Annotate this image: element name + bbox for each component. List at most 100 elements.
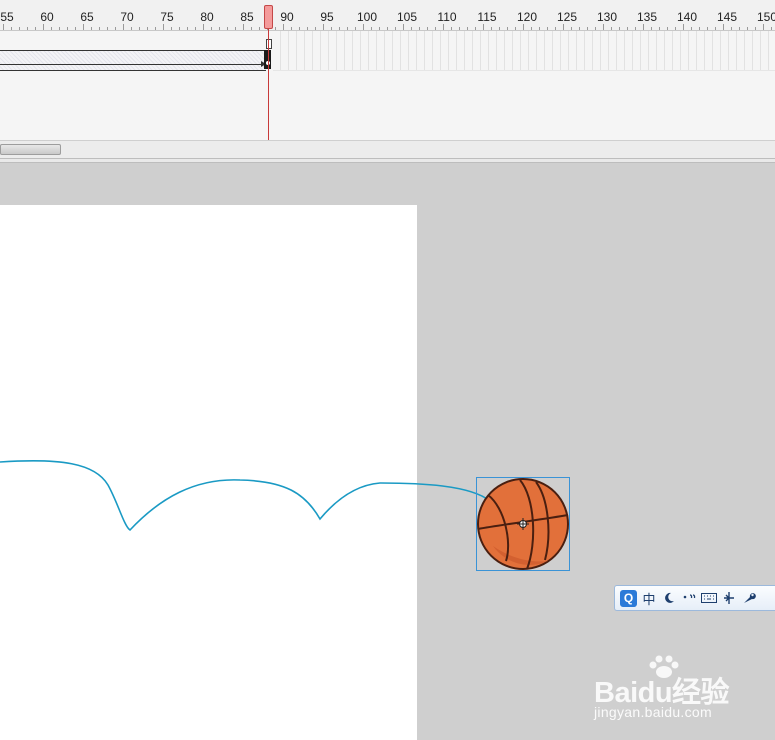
- ruler-tick: [147, 27, 148, 30]
- scrollbar-thumb[interactable]: [0, 144, 61, 155]
- ruler-label: 150: [756, 10, 775, 24]
- keyboard-icon[interactable]: [701, 589, 717, 607]
- ime-toolbar: Q 中: [614, 585, 775, 611]
- ruler-label: 60: [40, 10, 54, 24]
- ruler-tick: [315, 27, 316, 30]
- ruler-tick: [579, 27, 580, 30]
- ruler-tick: [475, 27, 476, 30]
- ruler-label: 75: [160, 10, 174, 24]
- ruler-tick: [587, 27, 588, 30]
- ruler-label: 145: [716, 10, 738, 24]
- ruler-label: 90: [280, 10, 294, 24]
- ruler-label: 95: [320, 10, 334, 24]
- ruler-tick: [627, 27, 628, 30]
- ruler-tick: [707, 27, 708, 30]
- ruler-tick: [67, 27, 68, 30]
- ruler-tick: [75, 27, 76, 30]
- ruler-label: 70: [120, 10, 134, 24]
- ruler-tick: [171, 27, 172, 30]
- ruler-tick: [291, 27, 292, 30]
- ruler-tick: [411, 27, 412, 30]
- ruler-tick: [371, 27, 372, 30]
- ruler-tick: [43, 24, 44, 30]
- playhead-handle[interactable]: [264, 5, 273, 29]
- ruler-tick: [323, 24, 324, 30]
- ruler-tick: [27, 27, 28, 30]
- ruler-tick: [531, 27, 532, 30]
- ruler-tick: [747, 27, 748, 30]
- logo-q-icon[interactable]: Q: [620, 589, 637, 607]
- ruler-label: 55: [0, 10, 14, 24]
- ruler-tick: [515, 27, 516, 30]
- ruler-label: 130: [596, 10, 618, 24]
- ruler-label: 105: [396, 10, 418, 24]
- skin-icon[interactable]: [721, 589, 737, 607]
- ruler-tick: [35, 27, 36, 30]
- ruler-tick: [83, 24, 84, 30]
- half-moon-icon[interactable]: [661, 589, 677, 607]
- tween-arrow: [0, 61, 266, 67]
- ruler-tick: [523, 24, 524, 30]
- ruler-tick: [91, 27, 92, 30]
- ruler-tick: [403, 24, 404, 30]
- ruler-tick: [635, 27, 636, 30]
- ruler-tick: [363, 24, 364, 30]
- ruler-tick: [675, 27, 676, 30]
- ruler-tick: [507, 27, 508, 30]
- ruler-tick: [659, 27, 660, 30]
- ruler-tick: [307, 27, 308, 30]
- ruler-label: 135: [636, 10, 658, 24]
- ruler-tick: [395, 27, 396, 30]
- frame-ruler[interactable]: 55 60 65 70 75 80 85 90 95 100 105 110 115 120 125 130 1…: [0, 0, 775, 31]
- watermark-url: jingyan.baidu.com: [594, 704, 712, 720]
- empty-keyframe[interactable]: [266, 39, 272, 49]
- ruler-tick: [467, 27, 468, 30]
- ruler-tick: [99, 27, 100, 30]
- ruler-tick: [723, 24, 724, 30]
- ruler-label: 115: [477, 10, 497, 24]
- ruler-tick: [235, 27, 236, 30]
- ruler-tick: [667, 27, 668, 30]
- ruler-tick: [451, 27, 452, 30]
- motion-tween-span[interactable]: [0, 50, 266, 71]
- ruler-tick: [203, 24, 204, 30]
- ruler-tick: [435, 27, 436, 30]
- ruler-tick: [771, 27, 772, 30]
- chinese-mode-icon[interactable]: 中: [641, 589, 657, 608]
- ruler-tick: [211, 27, 212, 30]
- ruler-tick: [139, 27, 140, 30]
- ruler-label: 120: [516, 10, 538, 24]
- punctuation-icon[interactable]: [681, 589, 697, 607]
- timeline-horizontal-scrollbar[interactable]: [0, 140, 775, 159]
- ruler-tick: [163, 24, 164, 30]
- ruler-tick: [347, 27, 348, 30]
- ruler-tick: [259, 27, 260, 30]
- ruler-tick: [427, 27, 428, 30]
- ruler-tick: [555, 27, 556, 30]
- frame-grid[interactable]: [273, 31, 775, 71]
- ruler-tick: [731, 27, 732, 30]
- playhead-line: [268, 29, 269, 140]
- motion-guide-path[interactable]: [0, 459, 524, 532]
- ruler-tick: [379, 27, 380, 30]
- ruler-label: 65: [80, 10, 94, 24]
- ruler-tick: [683, 24, 684, 30]
- ruler-tick: [459, 27, 460, 30]
- ruler-tick: [19, 27, 20, 30]
- ruler-tick: [387, 27, 388, 30]
- ruler-tick: [491, 27, 492, 30]
- ruler-tick: [499, 27, 500, 30]
- ruler-tick: [547, 27, 548, 30]
- ruler-tick: [195, 27, 196, 30]
- wrench-icon[interactable]: [741, 589, 757, 607]
- ruler-tick: [251, 27, 252, 30]
- ruler-tick: [123, 24, 124, 30]
- ruler-tick: [419, 27, 420, 30]
- ruler-tick: [283, 24, 284, 30]
- watermark: Baidu经验 jingyan.baidu.com: [592, 654, 772, 724]
- ruler-tick: [763, 24, 764, 30]
- ruler-tick: [571, 27, 572, 30]
- ruler-tick: [187, 27, 188, 30]
- ruler-tick: [107, 27, 108, 30]
- ruler-tick: [299, 27, 300, 30]
